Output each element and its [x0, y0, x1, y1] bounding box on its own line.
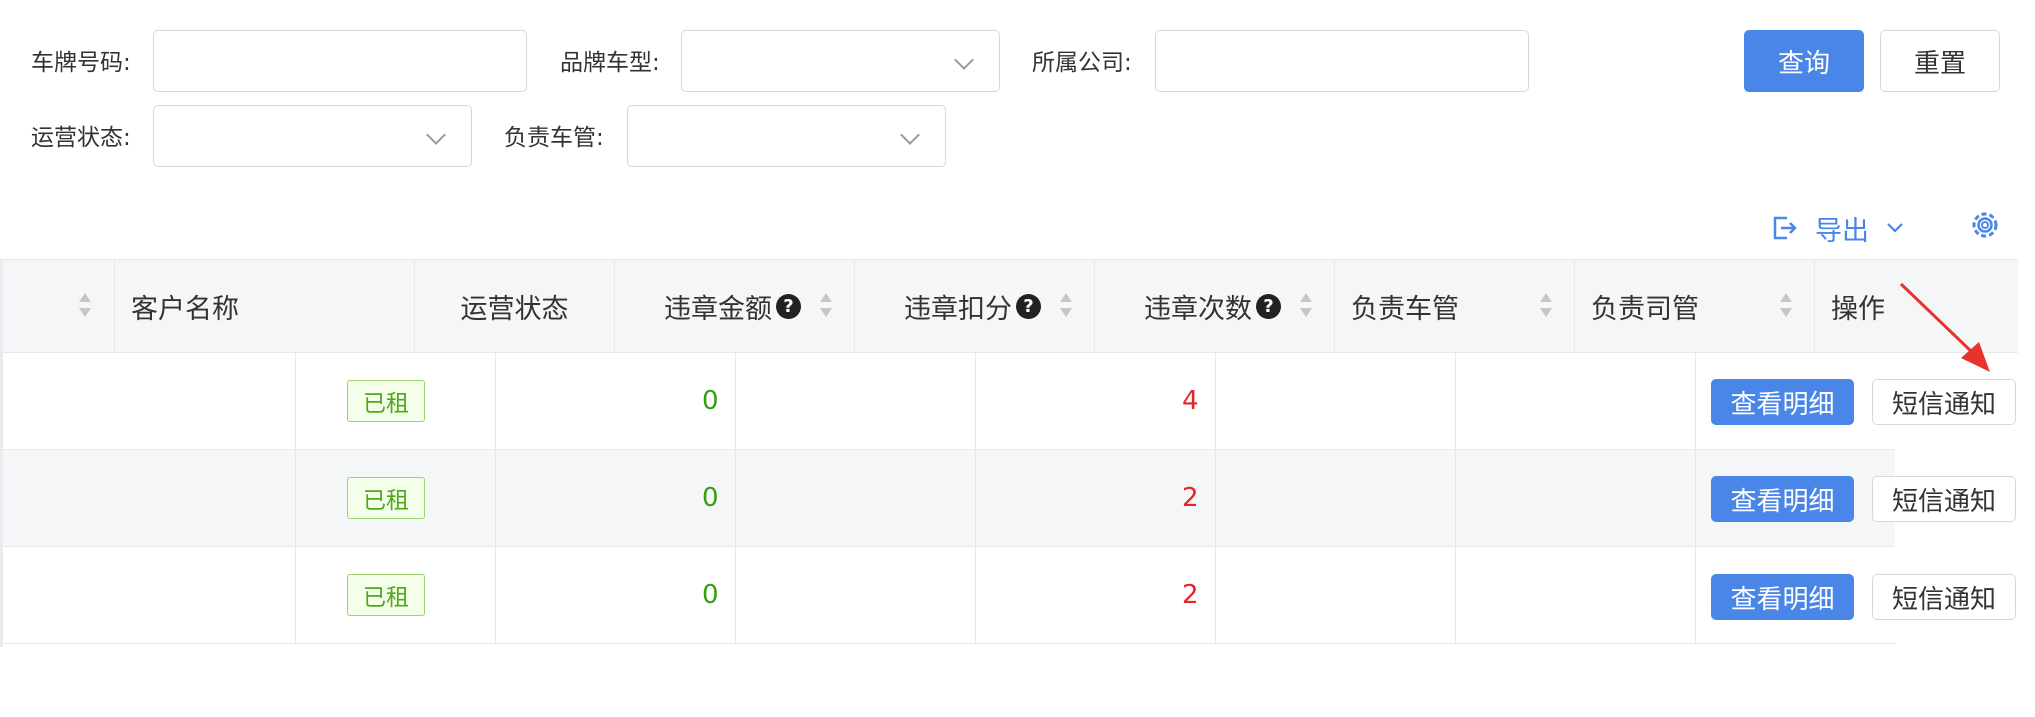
chevron-down-icon: [954, 50, 974, 70]
amount-cell: [496, 547, 736, 643]
plate-input[interactable]: [153, 30, 527, 92]
brand-select[interactable]: [681, 30, 1000, 92]
sms-notify-button[interactable]: 短信通知: [1872, 379, 2016, 425]
column-header-amount[interactable]: 违章金额 ?: [615, 260, 855, 352]
manager-select[interactable]: [627, 105, 946, 167]
amount-cell: [496, 450, 736, 546]
count-cell: [976, 353, 1216, 449]
customer-cell: [0, 353, 296, 449]
view-detail-button[interactable]: 查看明细: [1711, 379, 1854, 425]
driver-manager-cell: [1456, 450, 1696, 546]
status-badge: 已租: [347, 380, 425, 422]
column-header-driver-manager[interactable]: 负责司管: [1575, 260, 1815, 352]
sort-icon[interactable]: [79, 291, 91, 321]
sms-notify-button[interactable]: 短信通知: [1872, 574, 2016, 620]
column-title: 违章扣分: [904, 293, 1012, 325]
company-input[interactable]: [1155, 30, 1529, 92]
export-icon: [1773, 216, 1797, 240]
amount-value: 0: [702, 386, 719, 416]
chevron-down-icon: [426, 125, 446, 145]
column-header-status: 运营状态: [415, 260, 615, 352]
count-cell: [976, 450, 1216, 546]
points-cell: [736, 547, 976, 643]
manager-label: 负责车管:: [504, 125, 604, 151]
column-title: 违章次数: [1144, 293, 1252, 325]
points-cell: [736, 450, 976, 546]
annotation-arrow-icon: [1899, 282, 1990, 372]
gear-icon[interactable]: [1970, 210, 2000, 240]
count-value: 4: [1182, 386, 1199, 416]
customer-cell: [0, 450, 296, 546]
query-button[interactable]: 查询: [1744, 30, 1864, 92]
manager-cell: [1216, 450, 1456, 546]
chevron-down-icon: [900, 125, 920, 145]
chevron-down-icon: [1887, 223, 1903, 233]
column-title: 操作: [1831, 293, 1885, 325]
amount-value: 0: [702, 483, 719, 513]
column-header-points[interactable]: 违章扣分 ?: [855, 260, 1095, 352]
count-value: 2: [1182, 483, 1199, 513]
sort-icon[interactable]: [1060, 291, 1072, 321]
status-badge: 已租: [347, 477, 425, 519]
reset-button[interactable]: 重置: [1880, 30, 2000, 92]
status-badge: 已租: [347, 574, 425, 616]
driver-manager-cell: [1456, 353, 1696, 449]
table-header: 客户名称 运营状态 违章金额 ? 违章扣分 ? 违章次数 ? 负责车管 负责司管…: [0, 259, 2018, 353]
sort-icon[interactable]: [1300, 291, 1312, 321]
count-cell: [976, 547, 1216, 643]
customer-cell: [0, 547, 296, 643]
sort-icon[interactable]: [820, 291, 832, 321]
column-header-hidden[interactable]: [0, 260, 115, 352]
amount-value: 0: [702, 580, 719, 610]
status-label: 运营状态:: [31, 125, 131, 151]
question-icon[interactable]: ?: [1256, 293, 1281, 319]
sort-icon[interactable]: [1780, 291, 1792, 321]
table-row: 已租 0 4: [0, 353, 1895, 450]
column-title: 负责车管: [1351, 293, 1459, 325]
export-button[interactable]: 导出: [1771, 208, 1905, 248]
status-select[interactable]: [153, 105, 472, 167]
column-header-customer: 客户名称: [115, 260, 415, 352]
column-header-manager[interactable]: 负责车管: [1335, 260, 1575, 352]
sort-icon[interactable]: [1540, 291, 1552, 321]
count-value: 2: [1182, 580, 1199, 610]
export-label: 导出: [1815, 215, 1869, 247]
brand-label: 品牌车型:: [560, 50, 660, 76]
table-row: 已租 0 2: [0, 450, 1895, 547]
column-header-count[interactable]: 违章次数 ?: [1095, 260, 1335, 352]
points-cell: [736, 353, 976, 449]
view-detail-button[interactable]: 查看明细: [1711, 574, 1854, 620]
question-icon[interactable]: ?: [776, 293, 801, 319]
sms-notify-button[interactable]: 短信通知: [1872, 476, 2016, 522]
column-title: 运营状态: [460, 293, 569, 325]
question-icon[interactable]: ?: [1016, 293, 1041, 319]
driver-manager-cell: [1456, 547, 1696, 643]
manager-cell: [1216, 353, 1456, 449]
column-title: 违章金额: [664, 293, 772, 325]
column-title: 负责司管: [1591, 293, 1699, 325]
scroll-shadow: [0, 259, 3, 647]
table-row: 已租 0 2: [0, 547, 1895, 644]
amount-cell: [496, 353, 736, 449]
view-detail-button[interactable]: 查看明细: [1711, 476, 1854, 522]
company-label: 所属公司:: [1032, 50, 1132, 76]
manager-cell: [1216, 547, 1456, 643]
column-title: 客户名称: [131, 293, 239, 325]
plate-label: 车牌号码:: [31, 50, 131, 76]
